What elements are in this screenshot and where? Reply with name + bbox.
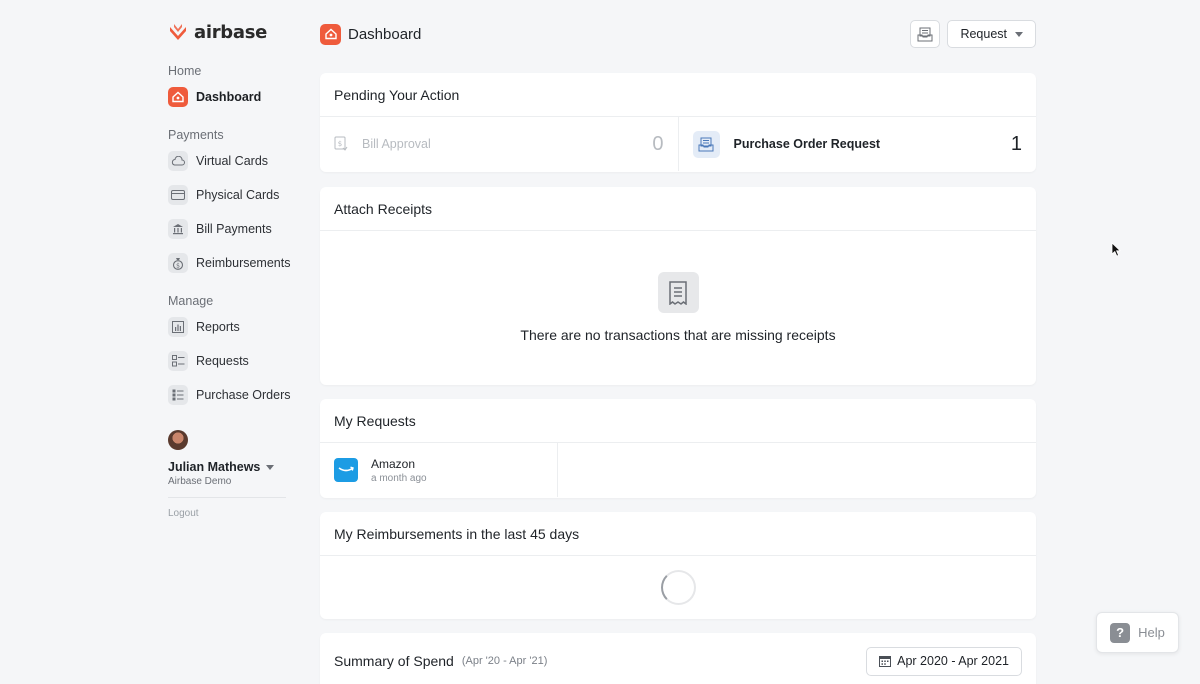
sidebar-item-label: Requests [196,354,249,368]
card-title: My Reimbursements in the last 45 days [320,512,1036,556]
sidebar-item-label: Purchase Orders [196,388,291,402]
sidebar-divider [168,497,286,498]
sidebar-item-bill-payments[interactable]: Bill Payments [168,216,286,242]
calendar-icon [879,656,892,667]
reimbursements-card: My Reimbursements in the last 45 days [320,512,1036,619]
user-menu-toggle[interactable]: Julian Mathews [168,460,286,474]
card-title: Attach Receipts [320,187,1036,231]
inbox-button[interactable] [910,20,941,48]
sidebar-item-label: Dashboard [196,90,262,104]
home-icon [320,23,341,45]
sidebar-item-requests[interactable]: Requests [168,348,286,374]
date-range-button[interactable]: Apr 2020 - Apr 2021 [866,646,1022,676]
avatar [168,430,188,450]
request-button-label: Request [960,27,1007,41]
sidebar-item-label: Reimbursements [196,256,291,270]
empty-state: There are no transactions that are missi… [320,231,1036,343]
help-label: Help [1138,625,1165,640]
loading-spinner-icon [660,570,696,605]
user-name: Julian Mathews [168,460,261,474]
page-header: Dashboard Request [320,20,1036,48]
brand-name: airbase [194,21,268,43]
purchase-order-request-label: Purchase Order Request [733,137,881,151]
sidebar-item-physical-cards[interactable]: Physical Cards [168,182,286,208]
money-bag-icon: $ [168,253,188,273]
chevron-down-icon [1015,31,1023,37]
section-label-payments: Payments [168,128,224,142]
attach-receipts-card: Attach Receipts There are no transaction… [320,187,1036,385]
card-title: Pending Your Action [320,73,1036,117]
purchase-order-request-count: 1 [1010,132,1022,155]
sidebar-item-purchase-orders[interactable]: Purchase Orders [168,382,290,408]
request-time: a month ago [371,472,427,484]
card-icon [168,185,188,205]
sidebar-item-reimbursements[interactable]: $ Reimbursements [168,250,290,276]
sidebar-item-label: Physical Cards [196,188,280,202]
logout-link[interactable]: Logout [168,508,286,519]
section-label-manage: Manage [168,294,214,308]
pending-action-card: Pending Your Action $ Bill Approval 0 Pu… [320,73,1036,172]
user-profile[interactable]: Julian Mathews Airbase Demo [168,430,286,487]
bill-approval-item[interactable]: $ Bill Approval 0 [320,117,678,171]
svg-text:$: $ [338,140,342,148]
section-label-home: Home [168,64,202,78]
inbox-icon [692,130,720,158]
date-range-label: Apr 2020 - Apr 2021 [897,654,1009,668]
request-vendor: Amazon [371,456,416,471]
bill-approval-label: Bill Approval [362,137,431,151]
bill-icon: $ [334,136,348,151]
summary-range: (Apr '20 - Apr '21) [461,655,548,667]
purchase-order-request-item[interactable]: Purchase Order Request 1 [677,117,1037,171]
summary-of-spend-card: Summary of Spend (Apr '20 - Apr '21) Apr… [320,633,1036,684]
airbase-logo-icon [170,24,186,40]
checklist-icon [168,351,188,371]
request-dropdown-button[interactable]: Request [947,20,1036,48]
request-item-amazon[interactable]: Amazon a month ago [320,443,558,497]
cloud-icon [168,151,188,171]
sidebar-item-label: Reports [196,320,240,334]
airbase-logo[interactable]: airbase [168,18,286,46]
chevron-down-icon [266,464,275,470]
card-title: My Requests [320,399,1036,443]
question-mark-icon: ? [1110,622,1131,643]
amazon-logo-icon [334,458,358,482]
header-actions: Request [910,20,1036,48]
list-icon [168,385,188,405]
inbox-icon [917,27,933,41]
sidebar-item-reports[interactable]: Reports [168,314,286,340]
empty-state-text: There are no transactions that are missi… [520,327,836,343]
card-title: Summary of Spend [334,653,454,669]
sidebar: airbase Home Dashboard Payments Virtual … [168,18,290,519]
home-icon [168,87,188,107]
user-organization: Airbase Demo [168,476,232,487]
bank-icon [168,219,188,239]
page-title: Dashboard [348,25,422,43]
mouse-cursor-icon [1111,242,1121,257]
sidebar-item-dashboard[interactable]: Dashboard [168,84,286,110]
sidebar-item-virtual-cards[interactable]: Virtual Cards [168,148,286,174]
sidebar-item-label: Bill Payments [196,222,272,236]
my-requests-card: My Requests Amazon a month ago [320,399,1036,498]
bill-approval-count: 0 [652,132,664,155]
help-button[interactable]: ? Help [1096,612,1179,653]
receipt-icon [657,272,699,313]
sidebar-item-label: Virtual Cards [196,154,269,168]
svg-text:$: $ [176,262,180,269]
chart-icon [168,317,188,337]
